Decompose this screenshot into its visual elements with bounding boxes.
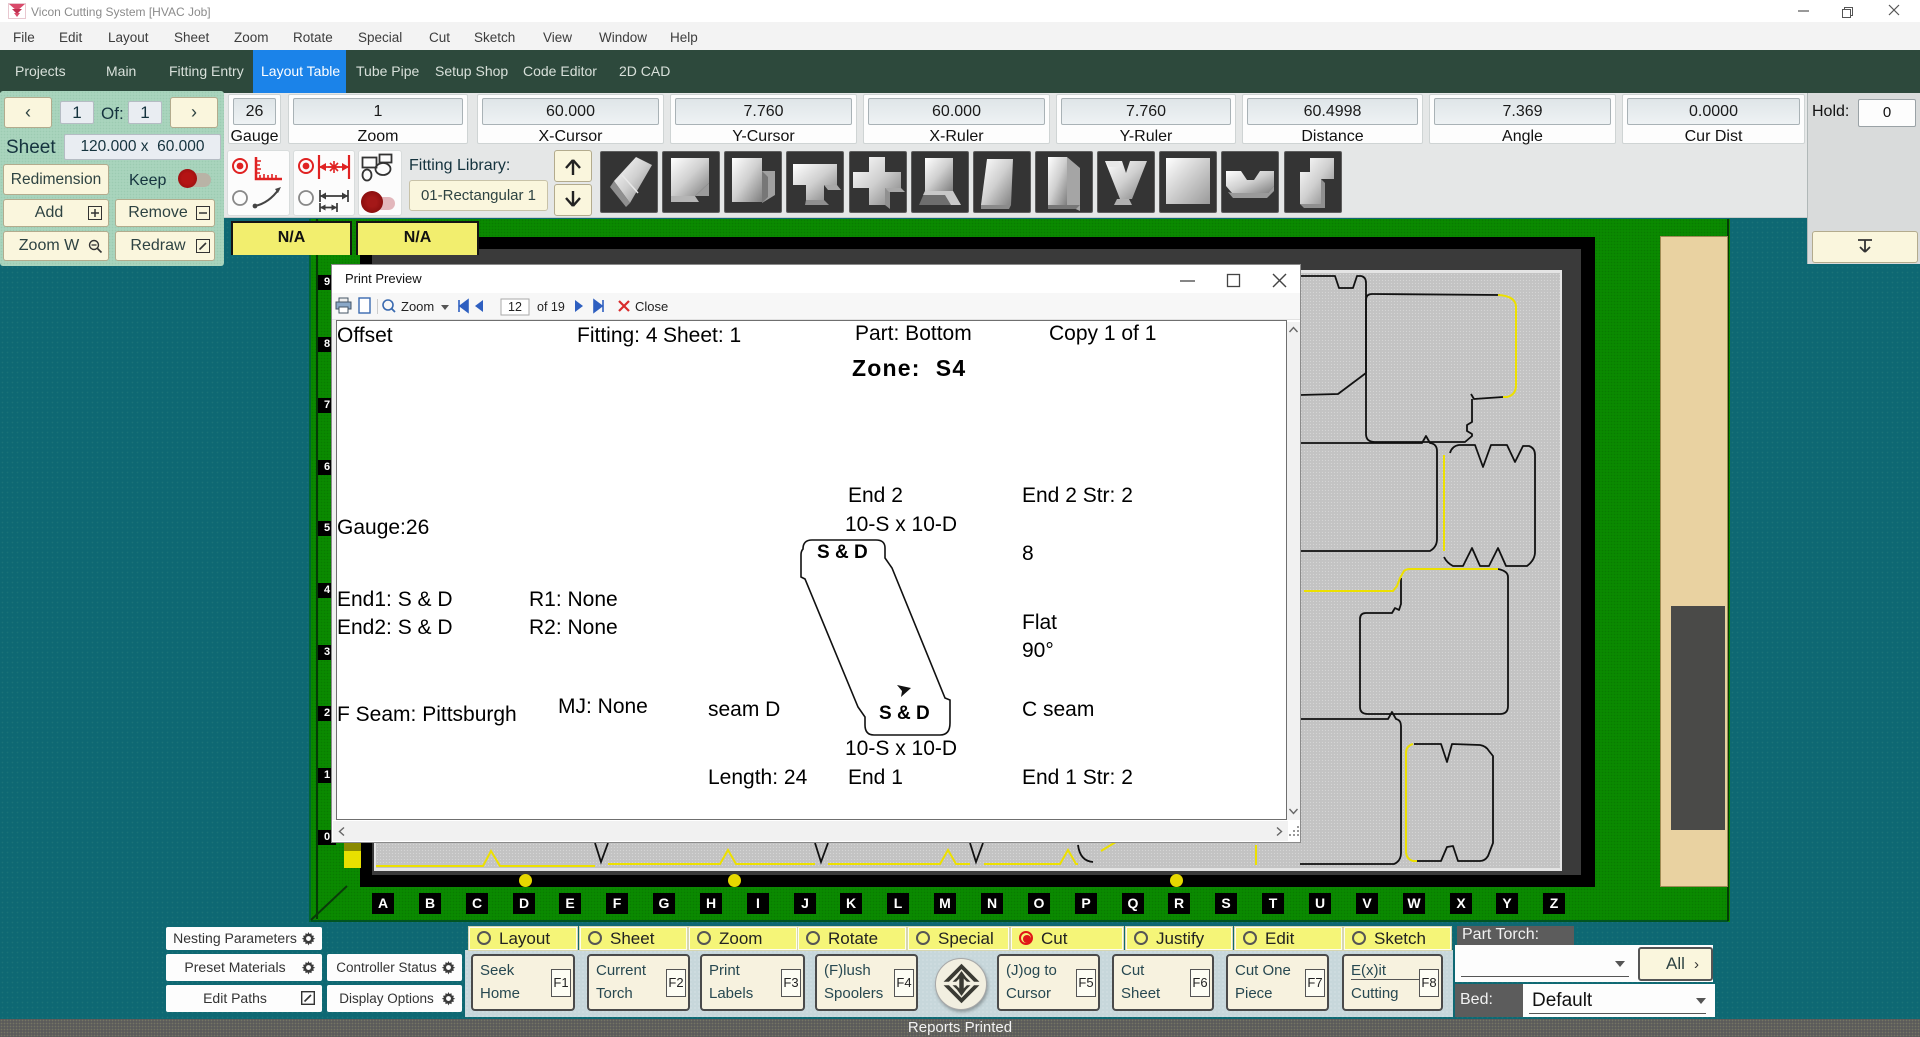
svg-text:Zoom: Zoom	[401, 299, 434, 314]
svg-text:12: 12	[508, 300, 522, 314]
svg-text:of 19: of 19	[537, 300, 565, 314]
svg-text:Close: Close	[635, 299, 668, 314]
